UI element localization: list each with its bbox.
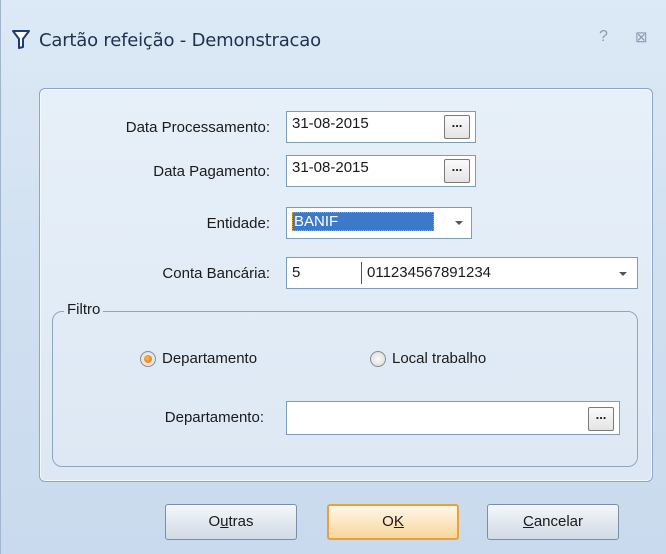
data-processamento-picker-button[interactable]: ...: [444, 115, 470, 139]
conta-bancaria-select[interactable]: 5 011234567891234: [286, 257, 638, 289]
conta-bancaria-code: 5: [292, 264, 301, 281]
entidade-select[interactable]: BANIF: [286, 207, 472, 239]
outras-button[interactable]: Outras: [165, 504, 297, 540]
filter-icon: [12, 30, 30, 49]
window-title: Cartão refeição - Demonstracao: [39, 30, 321, 51]
conta-bancaria-account: 011234567891234: [367, 264, 492, 281]
entidade-value: BANIF: [292, 212, 434, 231]
filtro-departamento-field[interactable]: [286, 401, 620, 435]
filtro-group: [52, 311, 638, 467]
title-bar[interactable]: Cartão refeição - Demonstracao ? ⊠: [1, 0, 666, 64]
data-pagamento-label: Data Pagamento:: [153, 163, 270, 180]
ok-button[interactable]: OK: [327, 504, 459, 540]
data-processamento-value: 31-08-2015: [292, 115, 369, 132]
cancelar-button[interactable]: Cancelar: [487, 504, 619, 540]
help-icon[interactable]: ?: [599, 28, 608, 46]
radio-departamento-label[interactable]: Departamento: [162, 350, 257, 367]
column-divider: [361, 262, 362, 284]
radio-local-trabalho-label[interactable]: Local trabalho: [392, 350, 486, 367]
filtro-departamento-lookup-button[interactable]: ...: [588, 407, 614, 431]
data-processamento-label: Data Processamento:: [125, 119, 270, 136]
radio-local-trabalho[interactable]: [370, 351, 386, 367]
filtro-departamento-label: Departamento:: [164, 409, 264, 426]
chevron-down-icon[interactable]: [455, 221, 463, 225]
dialog-window: Cartão refeição - Demonstracao ? ⊠ Data …: [0, 0, 666, 554]
close-icon[interactable]: ⊠: [635, 28, 648, 46]
data-pagamento-picker-button[interactable]: ...: [444, 159, 470, 183]
radio-departamento[interactable]: [140, 351, 156, 367]
conta-bancaria-label: Conta Bancária:: [162, 265, 270, 282]
chevron-down-icon[interactable]: [619, 272, 627, 276]
entidade-label: Entidade:: [206, 215, 270, 232]
data-pagamento-value: 31-08-2015: [292, 159, 369, 176]
main-panel: Data Processamento: 31-08-2015 ... Data …: [39, 88, 653, 482]
filtro-group-title: Filtro: [64, 301, 104, 318]
